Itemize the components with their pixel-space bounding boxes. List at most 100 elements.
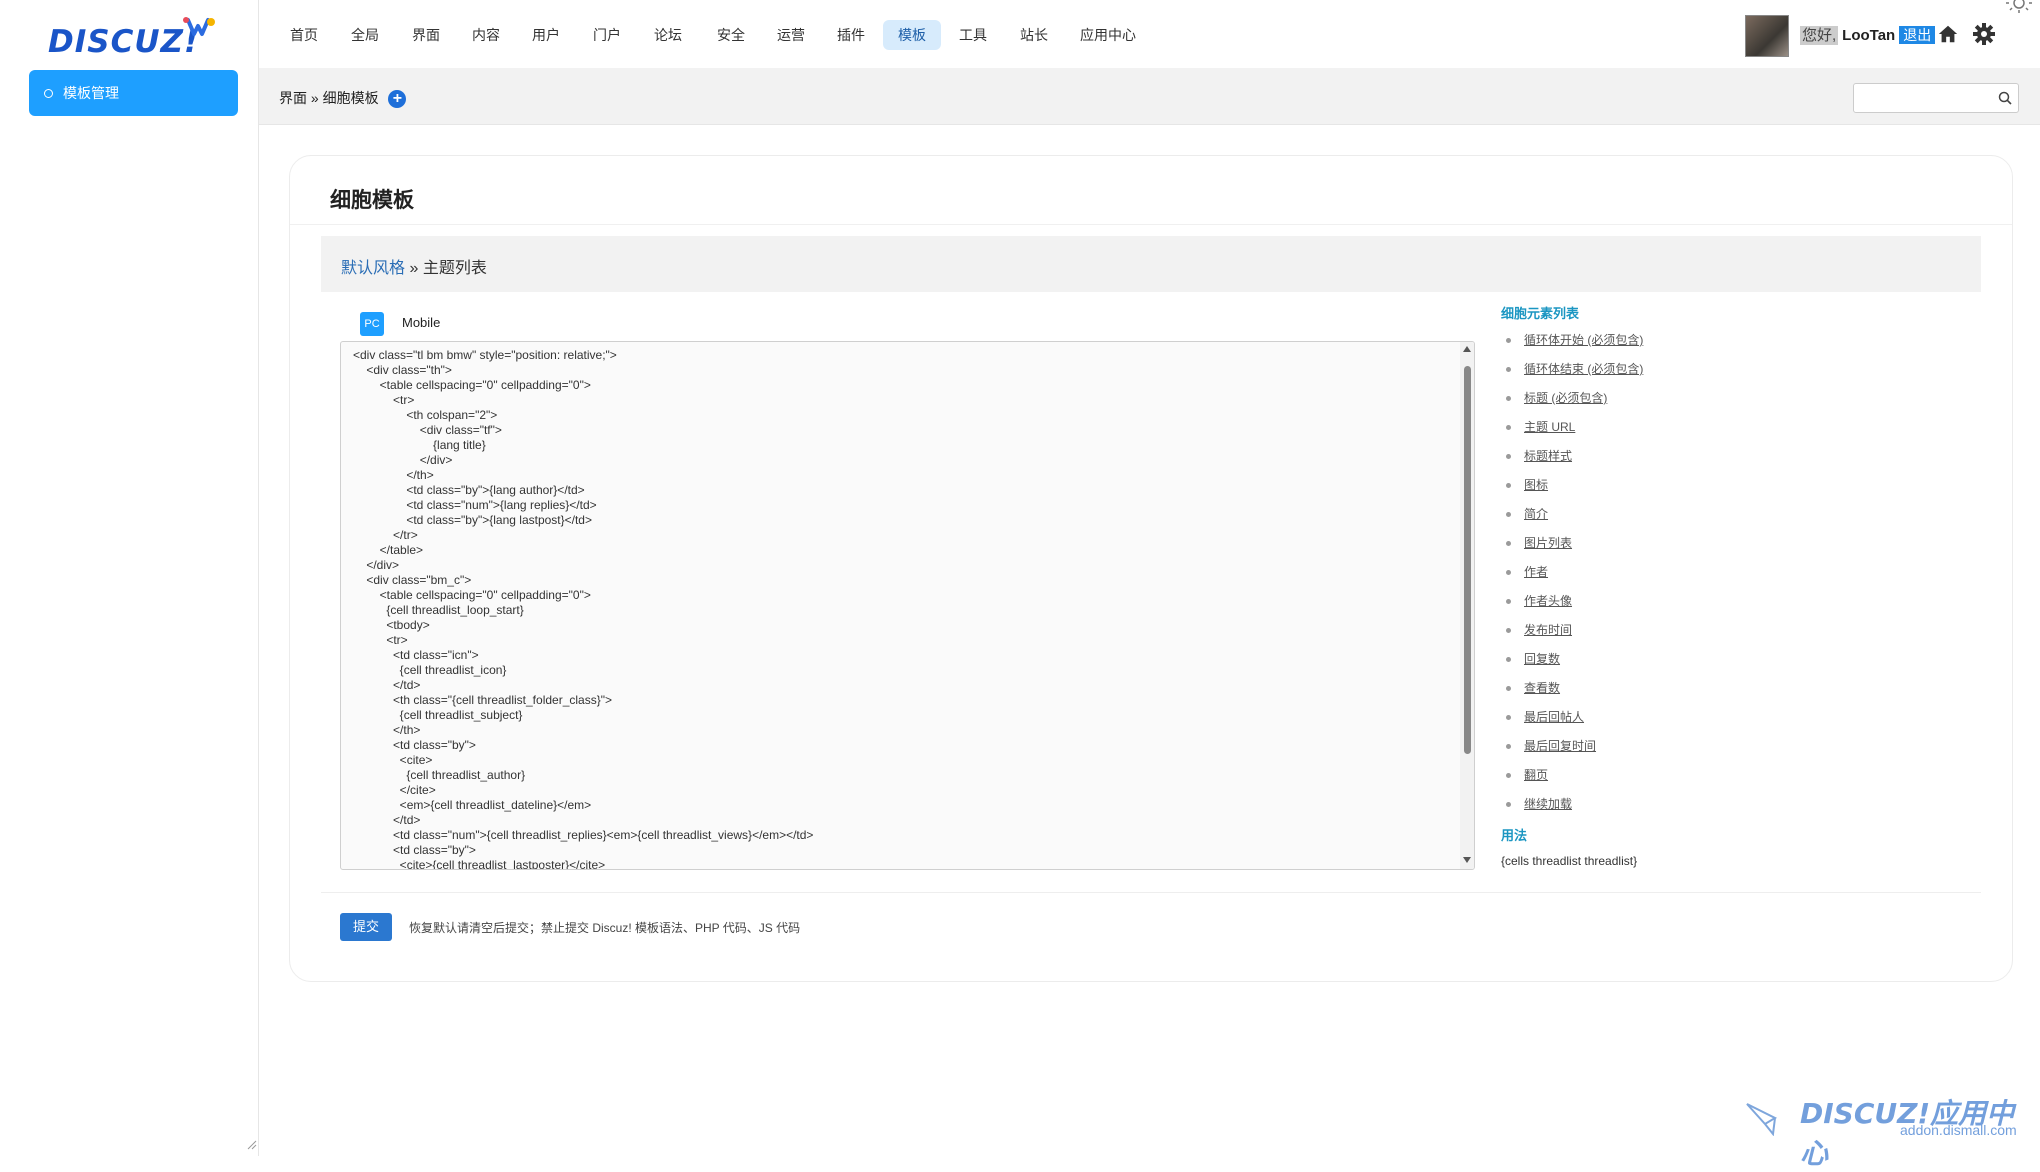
cell-element-item: 简介 (1501, 500, 1801, 529)
tab-mobile[interactable]: Mobile (402, 315, 440, 330)
nav-item[interactable]: 应用中心 (1065, 20, 1151, 50)
tab-pc[interactable]: PC (360, 312, 384, 336)
gear-icon[interactable] (1972, 22, 1996, 46)
cell-element-item: 作者头像 (1501, 587, 1801, 616)
cell-element-item: 循环体结束 (必须包含) (1501, 355, 1801, 384)
watermark-url: addon.dismall.com (1900, 1122, 2017, 1138)
divider (321, 892, 1981, 893)
cell-element-link[interactable]: 最后回帖人 (1524, 710, 1584, 724)
code-scrollbar[interactable] (1460, 342, 1474, 869)
breadcrumb-bar: 界面 » 细胞模板 + (259, 68, 2040, 125)
discuz-logo[interactable]: DISCUZ! (48, 16, 218, 60)
search-icon[interactable] (1998, 91, 2012, 105)
cell-element-item: 标题 (必须包含) (1501, 384, 1801, 413)
cell-element-link[interactable]: 发布时间 (1524, 623, 1572, 637)
sidebar: DISCUZ! 模板管理 (0, 0, 259, 1156)
cell-element-link[interactable]: 图片列表 (1524, 536, 1572, 550)
cell-element-link[interactable]: 翻页 (1524, 768, 1548, 782)
greeting-text: 您好, (1800, 26, 1839, 45)
subhead-separator: » (409, 260, 419, 277)
sun-icon[interactable] (2004, 0, 2034, 18)
circle-icon (44, 88, 53, 98)
template-code-text[interactable]: <div class="tl bm bmw" style="position: … (341, 342, 1474, 869)
cell-element-item: 作者 (1501, 558, 1801, 587)
submit-button[interactable]: 提交 (340, 913, 392, 941)
cell-element-link[interactable]: 循环体开始 (必须包含) (1524, 333, 1643, 347)
divider (290, 224, 2012, 225)
cell-element-item: 回复数 (1501, 645, 1801, 674)
home-icon[interactable] (1937, 23, 1959, 45)
nav-item[interactable]: 安全 (702, 20, 760, 50)
user-greeting: 您好, LooTan 退出 (1800, 24, 1936, 45)
subhead-current: 主题列表 (422, 260, 487, 277)
cell-element-link[interactable]: 标题 (必须包含) (1524, 391, 1607, 405)
cell-element-item: 翻页 (1501, 761, 1801, 790)
scroll-thumb[interactable] (1464, 366, 1471, 754)
nav-item[interactable]: 插件 (822, 20, 880, 50)
cell-element-link[interactable]: 循环体结束 (必须包含) (1524, 362, 1643, 376)
logo-text: DISCUZ! (48, 24, 200, 60)
scroll-up-icon[interactable] (1463, 346, 1471, 352)
sidebar-item-template-manage[interactable]: 模板管理 (29, 70, 238, 116)
add-icon[interactable]: + (388, 90, 407, 109)
submit-note: 恢复默认请清空后提交；禁止提交 Discuz! 模板语法、PHP 代码、JS 代… (409, 921, 801, 935)
breadcrumb-separator: » (310, 90, 319, 106)
bird-logo-icon (1746, 1103, 1778, 1136)
style-breadcrumb: 默认风格 » 主题列表 (321, 236, 1981, 292)
cell-element-link[interactable]: 继续加载 (1524, 797, 1572, 811)
resize-grip-icon[interactable] (247, 1140, 257, 1150)
nav-item[interactable]: 全局 (336, 20, 394, 50)
cell-element-item: 发布时间 (1501, 616, 1801, 645)
device-tabs: PC Mobile (360, 312, 440, 336)
cell-element-item: 图标 (1501, 471, 1801, 500)
avatar[interactable] (1745, 15, 1789, 57)
template-card: 细胞模板 默认风格 » 主题列表 PC Mobile <div class="tl… (289, 155, 2013, 982)
nav-item[interactable]: 论坛 (639, 20, 697, 50)
sidebar-item-label: 模板管理 (63, 85, 119, 101)
breadcrumb-page: 细胞模板 (322, 90, 379, 106)
default-style-link[interactable]: 默认风格 (341, 260, 405, 277)
nav-item[interactable]: 内容 (457, 20, 515, 50)
usage-code: {cells threadlist threadlist} (1501, 854, 1638, 868)
cell-element-item: 最后回帖人 (1501, 703, 1801, 732)
usage-title: 用法 (1501, 828, 1528, 843)
cells-title: 细胞元素列表 (1501, 306, 1580, 321)
nav-item[interactable]: 界面 (397, 20, 455, 50)
breadcrumb: 界面 » 细胞模板 + (279, 88, 407, 109)
logout-button[interactable]: 退出 (1899, 26, 1936, 44)
nav-item[interactable]: 用户 (517, 20, 575, 50)
cell-element-list: 循环体开始 (必须包含) 循环体结束 (必须包含) 标题 (必须包含) 主题 URL 标… (1501, 326, 1801, 819)
cell-element-item: 查看数 (1501, 674, 1801, 703)
cell-element-panel: 细胞元素列表 循环体开始 (必须包含) 循环体结束 (必须包含) 标题 (必须包含)… (1501, 303, 1801, 868)
nav-item[interactable]: 模板 (883, 20, 941, 50)
logo-mark-icon (183, 17, 215, 36)
cell-element-link[interactable]: 最后回复时间 (1524, 739, 1596, 753)
nav-item[interactable]: 工具 (944, 20, 1002, 50)
cell-element-item: 继续加载 (1501, 790, 1801, 819)
scroll-down-icon[interactable] (1463, 857, 1471, 863)
nav-item[interactable]: 运营 (762, 20, 820, 50)
cell-element-link[interactable]: 作者头像 (1524, 594, 1572, 608)
cell-element-link[interactable]: 图标 (1524, 478, 1548, 492)
search-input[interactable] (1860, 84, 1994, 112)
page-title: 细胞模板 (330, 189, 414, 212)
cell-element-link[interactable]: 标题样式 (1524, 449, 1572, 463)
cell-element-item: 标题样式 (1501, 442, 1801, 471)
cell-element-link[interactable]: 主题 URL (1524, 420, 1575, 434)
cell-element-item: 图片列表 (1501, 529, 1801, 558)
cell-element-link[interactable]: 简介 (1524, 507, 1548, 521)
nav-item[interactable]: 门户 (578, 20, 636, 50)
cell-element-item: 主题 URL (1501, 413, 1801, 442)
breadcrumb-section[interactable]: 界面 (279, 90, 307, 106)
cell-element-link[interactable]: 作者 (1524, 565, 1548, 579)
watermark: DISCUZ!应用中心 addon.dismall.com (1745, 1090, 2025, 1170)
nav-item[interactable]: 首页 (275, 20, 333, 50)
template-code-editor[interactable]: <div class="tl bm bmw" style="position: … (340, 341, 1475, 870)
search-box (1853, 83, 2019, 113)
cell-element-link[interactable]: 回复数 (1524, 652, 1560, 666)
user-name[interactable]: LooTan (1842, 27, 1895, 44)
cell-element-link[interactable]: 查看数 (1524, 681, 1560, 695)
cell-element-item: 最后回复时间 (1501, 732, 1801, 761)
nav-item[interactable]: 站长 (1005, 20, 1063, 50)
cell-element-item: 循环体开始 (必须包含) (1501, 326, 1801, 355)
